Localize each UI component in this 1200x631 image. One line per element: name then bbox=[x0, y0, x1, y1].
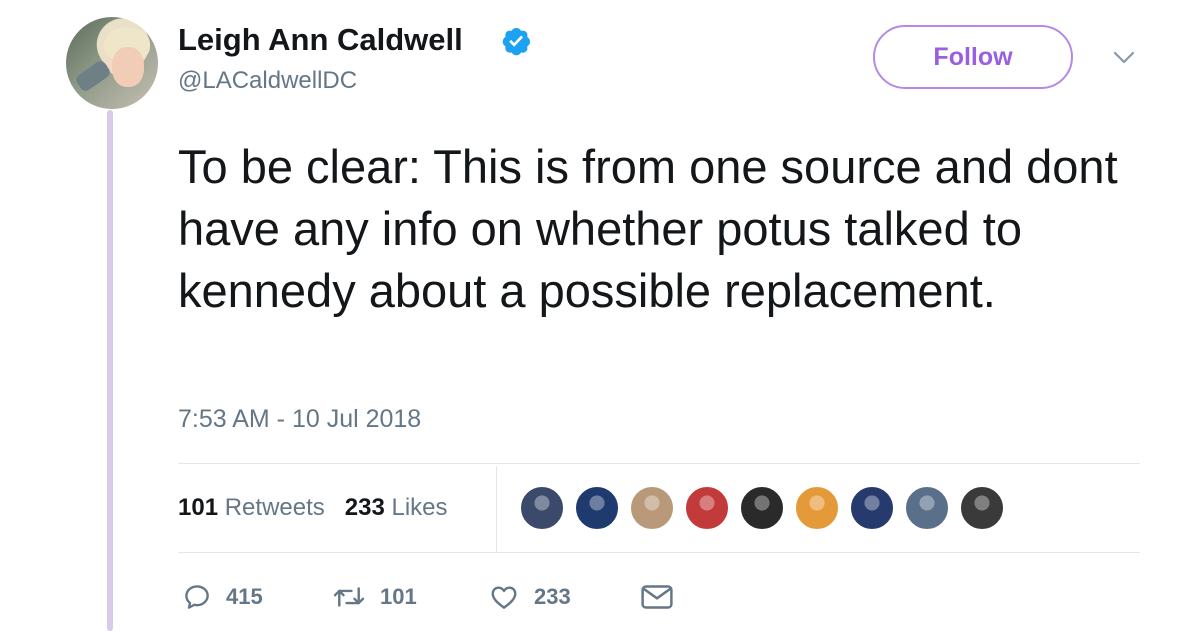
retweet-icon bbox=[333, 587, 365, 607]
retweet-button[interactable]: 101 bbox=[332, 580, 417, 614]
tweet-stats: 101 Retweets 233 Likes bbox=[178, 494, 448, 522]
liker-avatar-yankees-logo[interactable] bbox=[574, 485, 620, 531]
thread-line bbox=[107, 110, 113, 631]
likes-count[interactable]: 233 bbox=[345, 494, 385, 521]
liker-avatar-group-photo[interactable] bbox=[519, 485, 565, 531]
divider bbox=[178, 463, 1140, 464]
direct-message-button[interactable] bbox=[640, 580, 674, 614]
liker-avatar-man-red[interactable] bbox=[684, 485, 730, 531]
retweet-count: 101 bbox=[380, 584, 417, 609]
author-handle[interactable]: @LACaldwellDC bbox=[178, 67, 357, 95]
liker-avatar-man-glasses[interactable] bbox=[629, 485, 675, 531]
reply-icon bbox=[185, 585, 209, 609]
retweets-label[interactable]: Retweets bbox=[225, 494, 325, 521]
tweet-timestamp[interactable]: 7:53 AM - 10 Jul 2018 bbox=[178, 405, 421, 434]
reply-count: 415 bbox=[226, 584, 263, 609]
chevron-down-icon[interactable] bbox=[1112, 50, 1136, 66]
author-name[interactable]: Leigh Ann Caldwell bbox=[178, 22, 463, 58]
liker-avatar-dark[interactable] bbox=[959, 485, 1005, 531]
follow-button[interactable]: Follow bbox=[873, 25, 1073, 89]
liker-avatar-cat[interactable] bbox=[904, 485, 950, 531]
verified-badge-icon bbox=[502, 28, 531, 56]
tweet-text: To be clear: This is from one source and… bbox=[178, 140, 1118, 317]
like-count: 233 bbox=[534, 584, 571, 609]
liker-avatar-quote-text[interactable] bbox=[849, 485, 895, 531]
heart-icon bbox=[491, 586, 517, 609]
liker-avatar-cartoon-tiger[interactable] bbox=[794, 485, 840, 531]
likes-label[interactable]: Likes bbox=[391, 494, 447, 521]
divider bbox=[178, 552, 1140, 553]
envelope-icon bbox=[641, 585, 673, 609]
reply-button[interactable]: 415 bbox=[182, 580, 263, 614]
retweets-count[interactable]: 101 bbox=[178, 494, 218, 521]
liker-avatar-eagle[interactable] bbox=[739, 485, 785, 531]
stats-divider bbox=[496, 466, 497, 552]
author-avatar[interactable] bbox=[66, 17, 158, 109]
like-button[interactable]: 233 bbox=[488, 580, 571, 614]
